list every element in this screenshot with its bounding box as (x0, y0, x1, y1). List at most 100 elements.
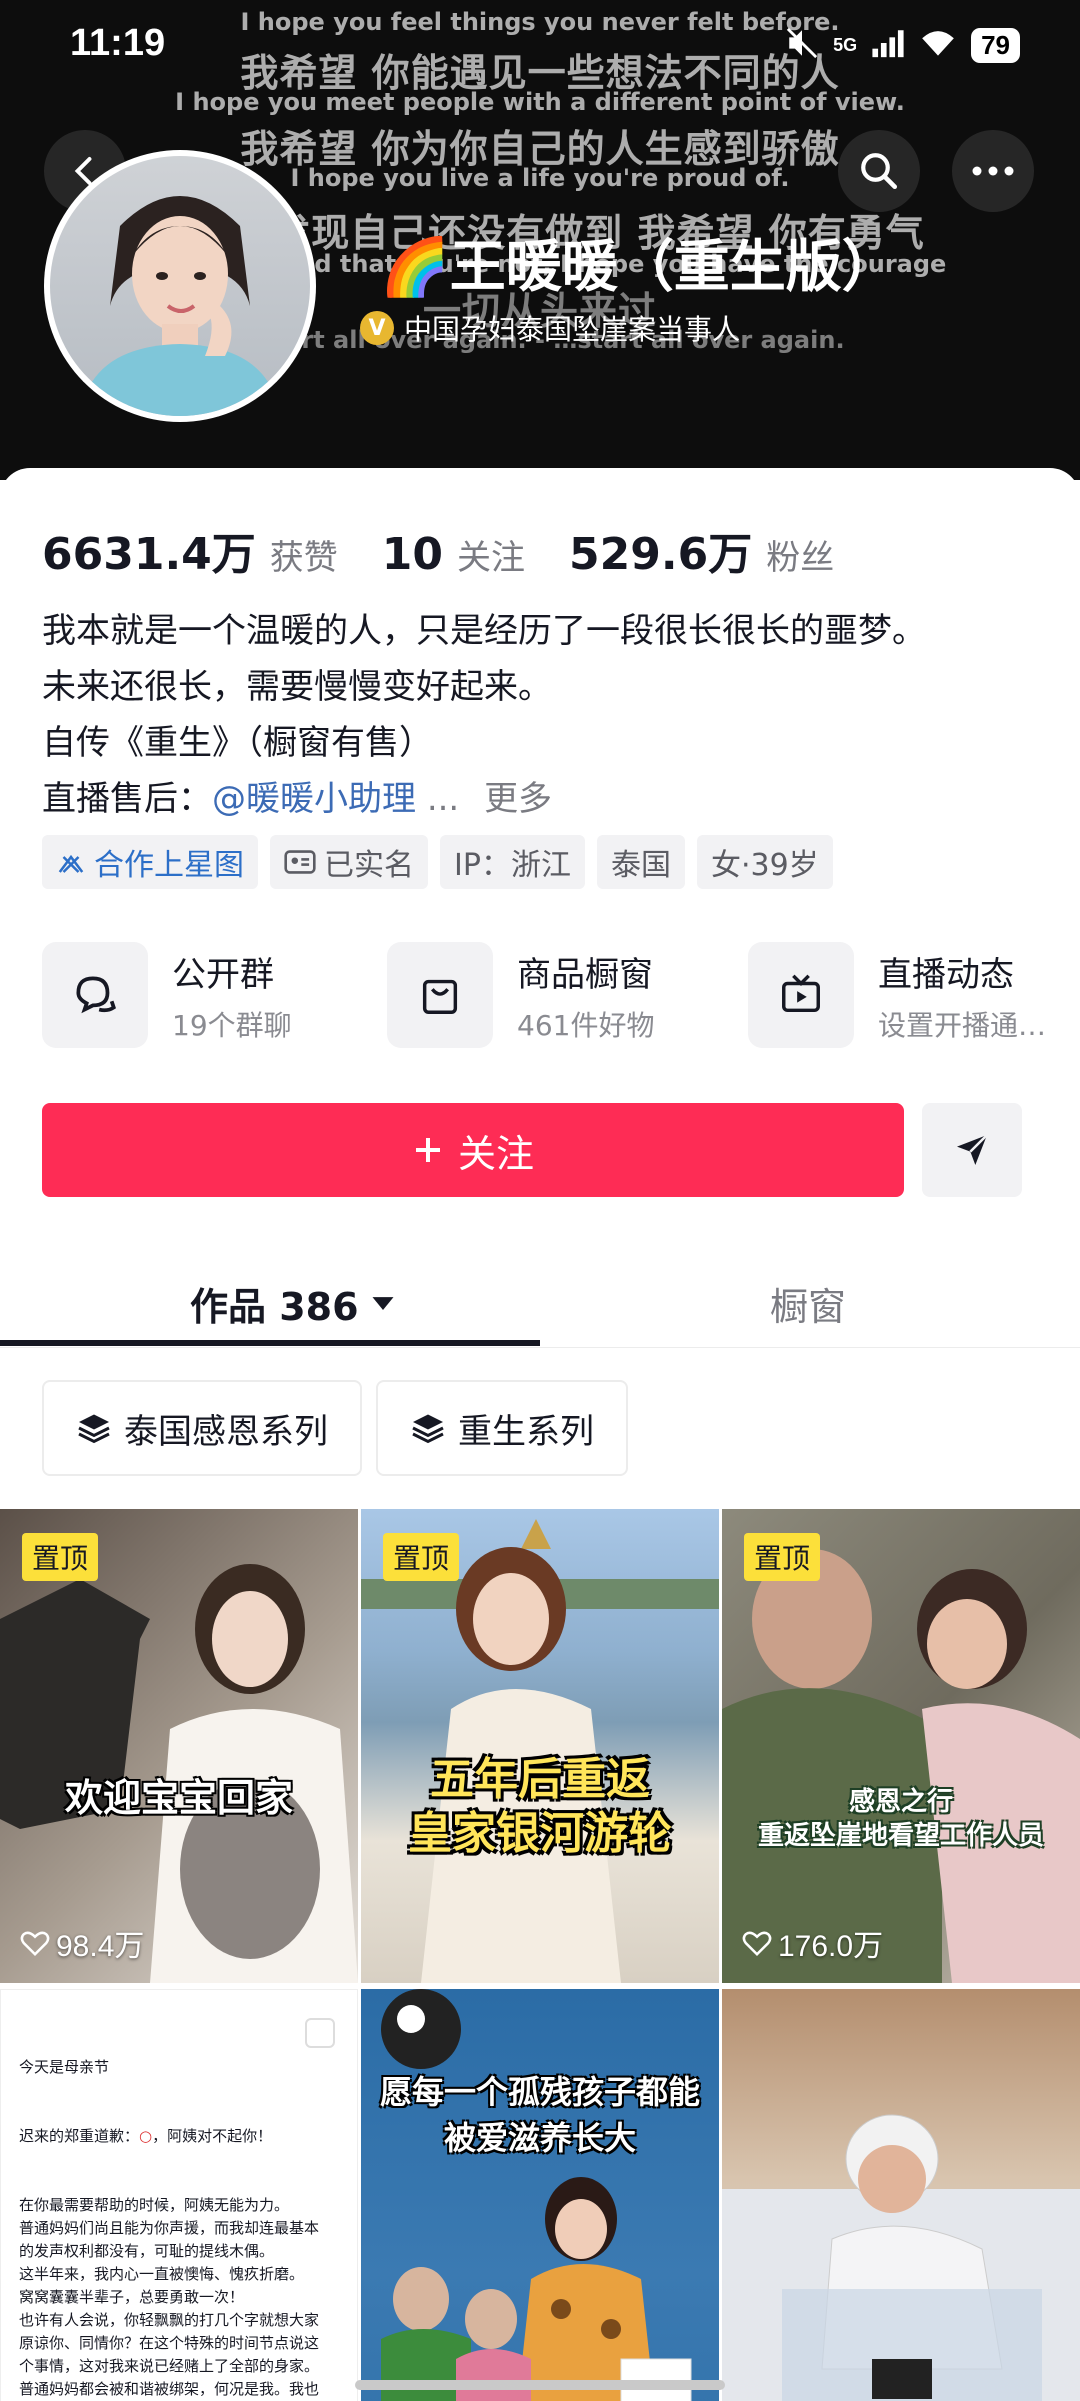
tab-works[interactable]: 作品 386 (190, 1258, 397, 1348)
verified-name-tag: 已实名 (270, 835, 428, 889)
heart-icon (742, 1931, 772, 1957)
following-count[interactable]: 10 (382, 529, 443, 580)
video-thumbnail[interactable]: 愿每一个孤残孩子都能 被爱滋养长大 (361, 1989, 719, 2401)
letter-line: ，阿姨对不起你！ (152, 2127, 273, 2145)
avatar-photo (50, 156, 310, 416)
video-thumbnail[interactable]: 置顶 欢迎宝宝回家 98.4万 (0, 1509, 358, 1983)
video-cover-art (722, 2114, 1080, 2401)
video-caption: 欢迎宝宝回家 (64, 1776, 293, 1820)
video-cover-art (381, 1989, 692, 2401)
letter-text: 今天是母亲节 迟来的郑重道歉：○，阿姨对不起你！ 在你最需要帮助的时候，阿姨无能… (19, 2010, 341, 2401)
nickname-text: 王暖暖（重生版） (449, 235, 898, 300)
avatar[interactable] (44, 150, 316, 422)
bio-more-button[interactable]: 更多 (484, 779, 552, 819)
star-map-icon (58, 854, 84, 873)
bio-line: 未来还很长，需要慢慢变好起来。 (42, 667, 552, 707)
tag-label: 泰国 (610, 848, 671, 883)
tag-label: 合作上星图 (94, 848, 244, 883)
plus-icon (415, 1138, 440, 1162)
profile-bio: 我本就是一个温暖的人，只是经历了一段很长很长的噩梦。 未来还很长，需要慢慢变好起… (42, 603, 926, 827)
battery-indicator: 79 (971, 27, 1020, 63)
letter-line: 迟来的郑重道歉： (19, 2127, 140, 2145)
assistant-mention-link[interactable]: @暖暖小助理 (212, 779, 416, 819)
bio-line-prefix: 直播售后： (42, 779, 212, 819)
video-caption-line: 愿每一个孤残孩子都能 (379, 2073, 700, 2111)
feature-title: 商品橱窗 (517, 954, 653, 995)
series-chip-rebirth[interactable]: 重生系列 (376, 1380, 628, 1476)
banner-subtitle-en: I hope you meet people with a different … (175, 88, 905, 116)
follow-button-label: 关注 (457, 1131, 534, 1176)
message-button[interactable] (922, 1103, 1022, 1197)
verification-line: V 中国孕妇泰国坠崖案当事人 (360, 308, 740, 348)
shop-window-entry[interactable]: 商品橱窗 461件好物 (387, 942, 654, 1048)
layers-icon (412, 1414, 444, 1444)
live-updates-entry[interactable]: 直播动态 设置开播通… (748, 942, 1046, 1048)
feature-entries: 公开群 19个群聊 商品橱窗 461件好物 直播动态 设置开播通… (42, 942, 1080, 1052)
chip-label: 泰国感恩系列 (124, 1411, 328, 1452)
pinned-badge: 置顶 (383, 1533, 460, 1581)
likes-label: 获赞 (269, 538, 338, 578)
video-thumbnail[interactable]: 置顶 五年后重返 皇家银河游轮 (361, 1509, 719, 1983)
id-card-icon (284, 850, 316, 874)
active-tab-indicator (0, 1340, 540, 1346)
select-checkbox-icon (305, 2018, 335, 2048)
tab-shop-window[interactable]: 橱窗 (770, 1258, 846, 1348)
tag-label: 已实名 (324, 848, 414, 883)
search-icon (861, 153, 898, 190)
caret-down-icon (372, 1297, 394, 1310)
pinned-badge: 置顶 (744, 1533, 821, 1581)
tab-label: 橱窗 (770, 1284, 847, 1329)
likes-count-label: 176.0万 (778, 1930, 884, 1963)
likes-count-label: 98.4万 (56, 1930, 145, 1963)
ip-location-tag: IP：浙江 (440, 835, 585, 889)
network-type: 5G (833, 34, 858, 55)
verification-text: 中国孕妇泰国坠崖案当事人 (404, 313, 741, 346)
pinned-badge: 置顶 (22, 1533, 99, 1581)
gender-age-tag: 女·39岁 (696, 835, 833, 889)
profile-tags: 合作上星图 已实名 IP：浙江 泰国 女·39岁 (42, 835, 833, 889)
feature-subtitle: 461件好物 (517, 1008, 655, 1042)
profile-nickname: 🌈王暖暖（重生版） (380, 222, 898, 303)
layers-icon (78, 1414, 110, 1444)
bio-line: 我本就是一个温暖的人，只是经历了一段很长很长的噩梦。 (42, 611, 926, 651)
profile-banner: I hope you feel things you never felt be… (0, 0, 1080, 480)
status-bar: 11:19 5G 79 (0, 0, 1080, 90)
rainbow-icon: 🌈 (380, 235, 450, 300)
video-likes: 176.0万 (742, 1921, 883, 1965)
feature-title: 直播动态 (878, 954, 1014, 995)
tv-icon (748, 942, 854, 1048)
search-button[interactable] (838, 130, 920, 212)
mute-icon (785, 26, 819, 64)
public-group-entry[interactable]: 公开群 19个群聊 (42, 942, 292, 1048)
verified-badge-icon: V (360, 311, 394, 345)
bio-line: 直播售后：@暖暖小助理 ... 更多 (42, 771, 926, 827)
feature-title: 公开群 (172, 954, 274, 995)
bio-line: 自传《重生》（橱窗有售） (42, 723, 433, 763)
followers-count[interactable]: 529.6万 (569, 518, 752, 582)
video-thumbnail[interactable] (722, 1989, 1080, 2401)
wifi-icon (919, 28, 957, 62)
chat-group-icon (42, 942, 148, 1048)
tab-label: 作品 386 (190, 1284, 359, 1329)
follow-button[interactable]: 关注 (42, 1103, 904, 1197)
series-chip-thailand[interactable]: 泰国感恩系列 (42, 1380, 362, 1476)
letter-title: 今天是母亲节 (19, 2058, 110, 2076)
location-tag: 泰国 (596, 835, 685, 889)
signal-icon (871, 28, 905, 62)
video-thumbnail[interactable]: 置顶 感恩之行 重返坠崖地看望工作人员 176.0万 (722, 1509, 1080, 1983)
video-caption-line: 皇家银河游轮 (408, 1808, 672, 1859)
stats-row: 6631.4万 获赞 10 关注 529.6万 粉丝 (42, 518, 878, 582)
more-dots-icon (972, 166, 1014, 176)
following-label: 关注 (457, 538, 526, 578)
more-button[interactable] (952, 130, 1034, 212)
video-thumbnail[interactable]: 今天是母亲节 迟来的郑重道歉：○，阿姨对不起你！ 在你最需要帮助的时候，阿姨无能… (0, 1989, 358, 2401)
chip-label: 重生系列 (458, 1411, 594, 1452)
heart-icon (20, 1931, 50, 1957)
feature-subtitle: 设置开播通… (878, 1008, 1047, 1042)
likes-count[interactable]: 6631.4万 (42, 518, 256, 582)
video-likes: 98.4万 (20, 1921, 144, 1965)
bio-ellipsis: ... (426, 779, 460, 819)
star-map-tag[interactable]: 合作上星图 (42, 835, 258, 889)
shopping-bag-icon (387, 942, 493, 1048)
followers-label: 粉丝 (766, 538, 835, 578)
